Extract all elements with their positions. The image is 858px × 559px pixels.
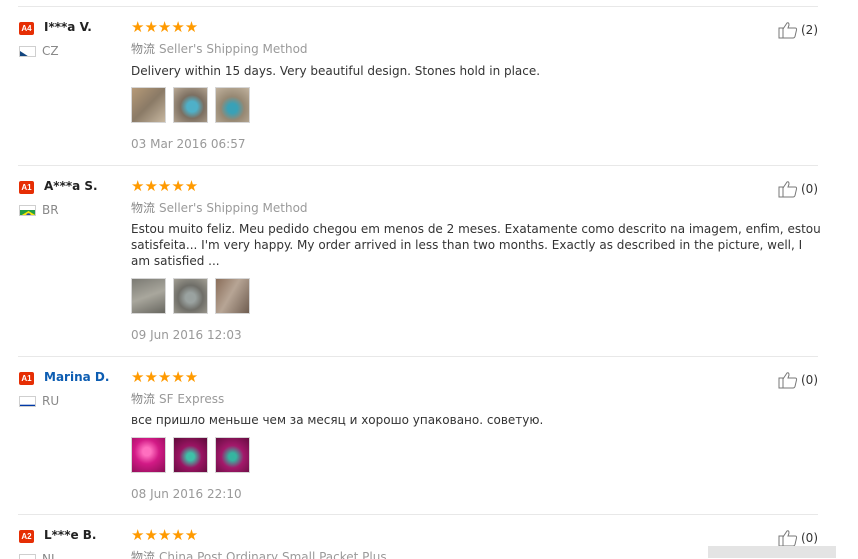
review-item: A4 I***a V. CZ ★★★★★ 物流 Seller's Shipping… (18, 6, 818, 165)
rating-stars: ★★★★★ (131, 177, 199, 195)
brazil-flag-icon (19, 205, 36, 216)
helpful-count: (0) (801, 182, 818, 196)
thumbs-up-icon (778, 22, 798, 39)
reviewer-name: L***e B. (44, 528, 97, 542)
review-item: A2 L***e B. NL ★★★★★ 物流 China Post Ordina… (18, 514, 818, 559)
helpful-button[interactable]: (2) (778, 21, 818, 39)
buyer-level-badge: A1 (19, 372, 34, 385)
buyer-level-badge: A1 (19, 181, 34, 194)
reviewer-country: CZ (42, 44, 59, 58)
netherlands-flag-icon (19, 554, 36, 559)
czech-flag-icon (19, 46, 36, 57)
review-text: Delivery within 15 days. Very beautiful … (131, 64, 541, 78)
shipping-method: 物流 China Post Ordinary Small Packet Plus (131, 550, 387, 559)
helpful-button[interactable]: (0) (778, 529, 818, 547)
review-date: 08 Jun 2016 22:10 (131, 487, 242, 501)
review-photo[interactable] (215, 87, 250, 123)
helpful-count: (0) (801, 531, 818, 545)
shipping-method: 物流 Seller's Shipping Method (131, 201, 308, 215)
helpful-button[interactable]: (0) (778, 371, 818, 389)
helpful-count: (2) (801, 23, 818, 37)
helpful-button[interactable]: (0) (778, 180, 818, 198)
overlay-panel-edge (708, 546, 836, 558)
review-text: Estou muito feliz. Meu pedido chegou em … (131, 222, 821, 268)
review-photos (131, 278, 250, 314)
review-photos (131, 87, 250, 123)
reviewer-name: I***a V. (44, 20, 92, 34)
russia-flag-icon (19, 396, 36, 407)
review-item: A1 Marina D. RU ★★★★★ 物流 SF Express все п… (18, 356, 818, 515)
buyer-level-badge: A4 (19, 22, 34, 35)
review-text: все пришло меньше чем за месяц и хорошо … (131, 413, 544, 427)
review-date: 03 Mar 2016 06:57 (131, 137, 246, 151)
buyer-level-badge: A2 (19, 530, 34, 543)
shipping-method: 物流 Seller's Shipping Method (131, 42, 308, 56)
review-photo[interactable] (215, 437, 250, 473)
rating-stars: ★★★★★ (131, 526, 199, 544)
review-photo[interactable] (131, 87, 166, 123)
shipping-method: 物流 SF Express (131, 392, 225, 406)
thumbs-up-icon (778, 372, 798, 389)
reviewer-country: BR (42, 203, 59, 217)
review-photo[interactable] (173, 437, 208, 473)
review-photo[interactable] (131, 437, 166, 473)
thumbs-up-icon (778, 530, 798, 547)
reviewer-name-link[interactable]: Marina D. (44, 370, 109, 384)
thumbs-up-icon (778, 181, 798, 198)
reviewer-name: A***a S. (44, 179, 98, 193)
review-date: 09 Jun 2016 12:03 (131, 328, 242, 342)
rating-stars: ★★★★★ (131, 368, 199, 386)
rating-stars: ★★★★★ (131, 18, 199, 36)
review-photos (131, 437, 250, 473)
review-photo[interactable] (173, 278, 208, 314)
helpful-count: (0) (801, 373, 818, 387)
review-item: A1 A***a S. BR ★★★★★ 物流 Seller's Shipping… (18, 165, 821, 356)
review-photo[interactable] (215, 278, 250, 314)
review-photo[interactable] (131, 278, 166, 314)
reviewer-country: RU (42, 394, 60, 408)
review-photo[interactable] (173, 87, 208, 123)
